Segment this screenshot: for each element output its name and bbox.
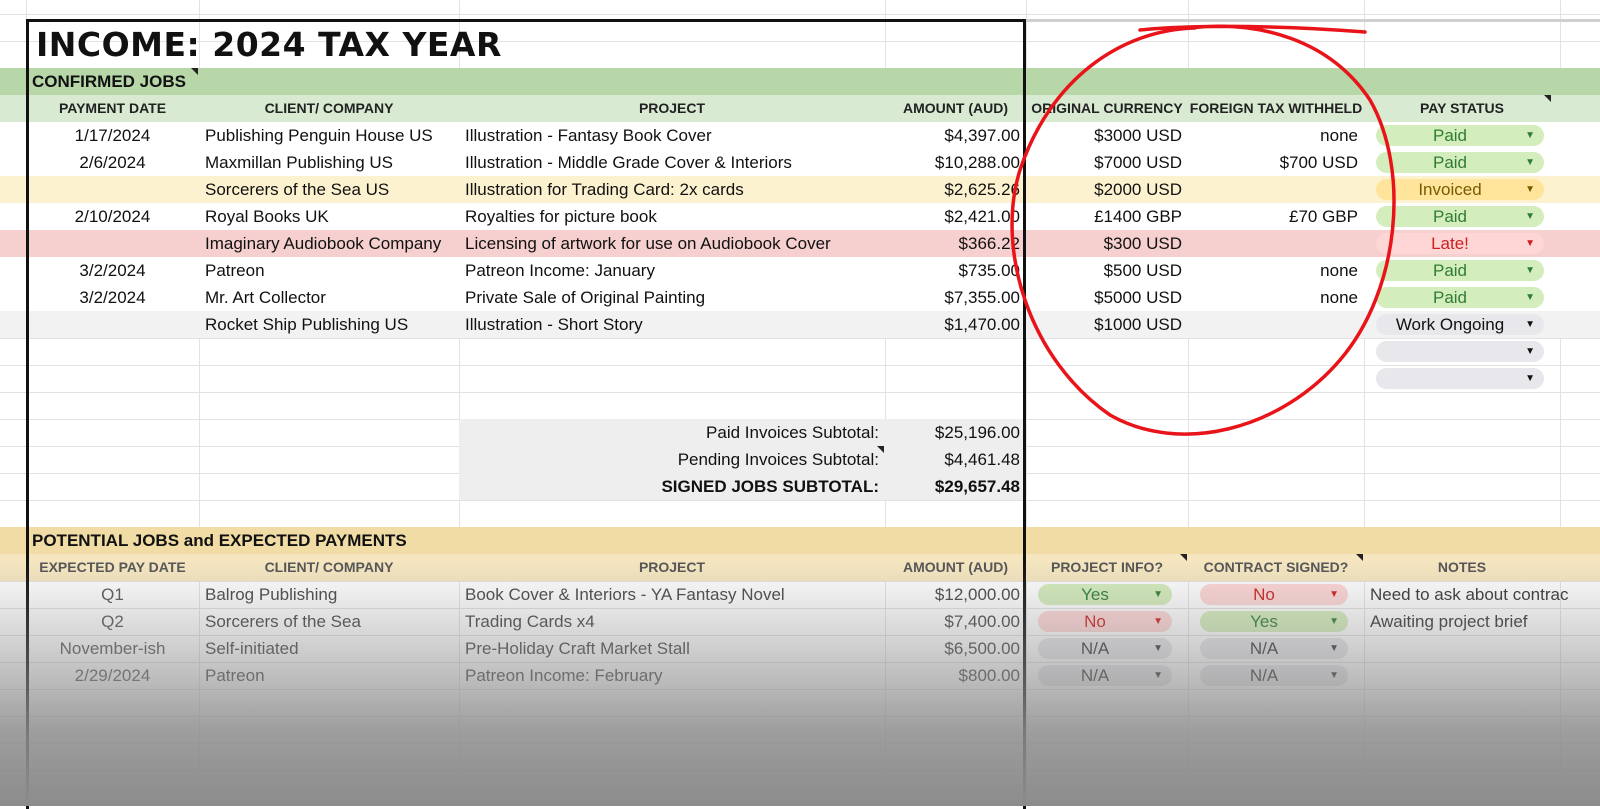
original-currency-cell[interactable]: £1400 GBP <box>1026 203 1188 230</box>
caret-down-icon: ▼ <box>1153 670 1163 681</box>
contract-signed-dropdown[interactable]: N/A ▼ <box>1200 638 1348 659</box>
caret-down-icon: ▼ <box>1525 373 1535 384</box>
notes-cell[interactable] <box>1364 662 1600 689</box>
dropdown-value: Yes <box>1081 585 1109 604</box>
project-info-dropdown[interactable]: N/A ▼ <box>1038 665 1172 686</box>
freeze-line <box>1026 19 1600 22</box>
foreign-tax-cell[interactable]: none <box>1188 284 1364 311</box>
dropdown-value: Paid <box>1432 126 1468 145</box>
project-info-dropdown[interactable]: No ▼ <box>1038 611 1172 632</box>
dropdown-value: Paid <box>1432 288 1468 307</box>
pay-status-dropdown-empty[interactable]: ▼ <box>1376 341 1544 362</box>
foreign-tax-cell[interactable] <box>1188 176 1364 203</box>
pay-status-dropdown[interactable]: Paid ▼ <box>1376 206 1544 227</box>
dropdown-value: Invoiced <box>1418 180 1482 199</box>
column-header[interactable]: PAY STATUS <box>1364 95 1560 122</box>
caret-down-icon: ▼ <box>1525 346 1535 357</box>
pay-status-dropdown[interactable]: Work Ongoing ▼ <box>1376 314 1544 335</box>
caret-down-icon: ▼ <box>1525 184 1535 195</box>
note-indicator-icon <box>1544 95 1551 102</box>
dropdown-value: No <box>1253 585 1275 604</box>
selection-border <box>26 19 1026 809</box>
dropdown-value: Yes <box>1250 612 1278 631</box>
pay-status-dropdown[interactable]: Late! ▼ <box>1376 233 1544 254</box>
caret-down-icon: ▼ <box>1329 643 1339 654</box>
dropdown-value: No <box>1084 612 1106 631</box>
project-info-dropdown[interactable]: Yes ▼ <box>1038 584 1172 605</box>
contract-signed-dropdown[interactable]: N/A ▼ <box>1200 665 1348 686</box>
notes-cell[interactable]: Need to ask about contrac <box>1364 581 1600 608</box>
caret-down-icon: ▼ <box>1329 670 1339 681</box>
dropdown-value: N/A <box>1249 639 1279 658</box>
foreign-tax-cell[interactable] <box>1188 311 1364 338</box>
original-currency-cell[interactable]: $500 USD <box>1026 257 1188 284</box>
dropdown-value: N/A <box>1080 666 1110 685</box>
caret-down-icon: ▼ <box>1525 211 1535 222</box>
notes-cell[interactable]: Awaiting project brief <box>1364 608 1600 635</box>
dropdown-value: Paid <box>1432 261 1468 280</box>
dropdown-value: Paid <box>1432 153 1468 172</box>
pay-status-dropdown[interactable]: Paid ▼ <box>1376 287 1544 308</box>
notes-cell[interactable] <box>1364 635 1600 662</box>
dropdown-value: Late! <box>1431 234 1469 253</box>
grid-row-line <box>0 14 1600 15</box>
original-currency-cell[interactable]: $7000 USD <box>1026 149 1188 176</box>
caret-down-icon: ▼ <box>1525 319 1535 330</box>
column-header[interactable]: PROJECT INFO? <box>1026 554 1188 581</box>
caret-down-icon: ▼ <box>1525 292 1535 303</box>
project-info-dropdown[interactable]: N/A ▼ <box>1038 638 1172 659</box>
dropdown-value: N/A <box>1080 639 1110 658</box>
column-header[interactable]: NOTES <box>1364 554 1560 581</box>
original-currency-cell[interactable]: $300 USD <box>1026 230 1188 257</box>
column-header[interactable]: FOREIGN TAX WITHHELD <box>1188 95 1364 122</box>
foreign-tax-cell[interactable]: none <box>1188 257 1364 284</box>
pay-status-dropdown[interactable]: Paid ▼ <box>1376 125 1544 146</box>
column-header[interactable]: CONTRACT SIGNED? <box>1188 554 1364 581</box>
original-currency-cell[interactable]: $3000 USD <box>1026 122 1188 149</box>
caret-down-icon: ▼ <box>1525 238 1535 249</box>
caret-down-icon: ▼ <box>1153 589 1163 600</box>
contract-signed-dropdown[interactable]: No ▼ <box>1200 584 1348 605</box>
foreign-tax-cell[interactable]: £70 GBP <box>1188 203 1364 230</box>
pay-status-dropdown-empty[interactable]: ▼ <box>1376 368 1544 389</box>
column-header[interactable]: ORIGINAL CURRENCY <box>1026 95 1188 122</box>
caret-down-icon: ▼ <box>1153 616 1163 627</box>
caret-down-icon: ▼ <box>1525 157 1535 168</box>
original-currency-cell[interactable]: $2000 USD <box>1026 176 1188 203</box>
dropdown-value: Paid <box>1432 207 1468 226</box>
pay-status-dropdown[interactable]: Invoiced ▼ <box>1376 179 1544 200</box>
dropdown-value: N/A <box>1249 666 1279 685</box>
note-indicator-icon <box>1356 554 1363 561</box>
original-currency-cell[interactable]: $1000 USD <box>1026 311 1188 338</box>
caret-down-icon: ▼ <box>1153 643 1163 654</box>
note-indicator-icon <box>1180 554 1187 561</box>
contract-signed-dropdown[interactable]: Yes ▼ <box>1200 611 1348 632</box>
original-currency-cell[interactable]: $5000 USD <box>1026 284 1188 311</box>
caret-down-icon: ▼ <box>1329 616 1339 627</box>
dropdown-value: Work Ongoing <box>1395 315 1505 334</box>
caret-down-icon: ▼ <box>1329 589 1339 600</box>
caret-down-icon: ▼ <box>1525 130 1535 141</box>
pay-status-dropdown[interactable]: Paid ▼ <box>1376 152 1544 173</box>
foreign-tax-cell[interactable] <box>1188 230 1364 257</box>
foreign-tax-cell[interactable]: none <box>1188 122 1364 149</box>
caret-down-icon: ▼ <box>1525 265 1535 276</box>
pay-status-dropdown[interactable]: Paid ▼ <box>1376 260 1544 281</box>
foreign-tax-cell[interactable]: $700 USD <box>1188 149 1364 176</box>
